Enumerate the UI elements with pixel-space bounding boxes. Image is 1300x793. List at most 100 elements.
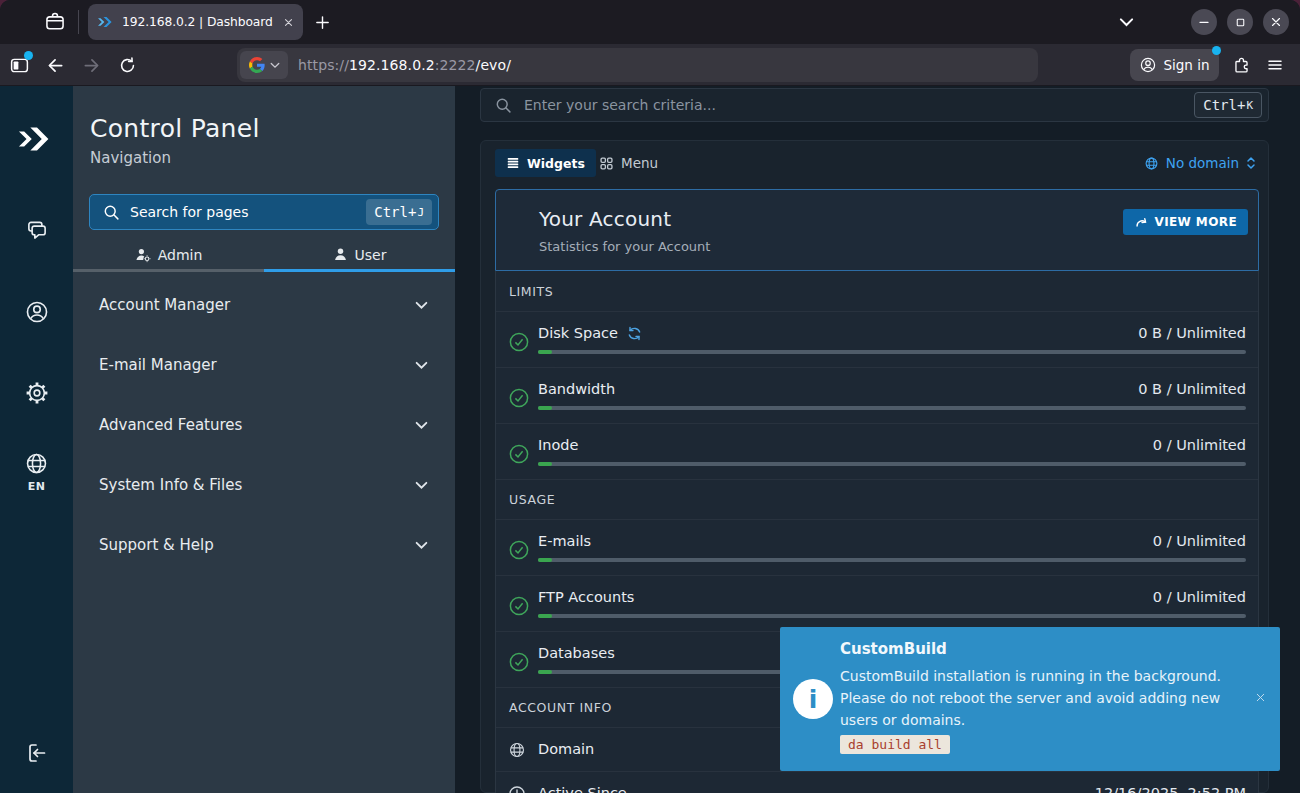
tab-bar-separator [78,10,79,34]
domain-selector-label: No domain [1166,155,1239,171]
back-button[interactable] [44,54,66,76]
window-close-button[interactable] [1263,9,1289,35]
new-tab-button[interactable] [311,11,333,33]
tab-close-icon[interactable] [282,16,295,29]
signin-label: Sign in [1163,57,1209,73]
user-icon [333,247,348,262]
sort-icon [1246,156,1256,170]
nav-item-advanced-features[interactable]: Advanced Features [73,395,455,455]
url-scheme: https:// [298,57,349,73]
url-host: 192.168.0.2 [349,57,435,73]
check-circle-icon [509,596,529,616]
toast-title: CustomBuild [840,640,947,658]
nav-item-support-help[interactable]: Support & Help [73,515,455,575]
tab-title: 192.168.0.2 | Dashboard [122,15,275,29]
global-search-shortcut: Ctrl+K [1194,92,1262,118]
forward-button[interactable] [80,54,102,76]
tab-user-label: User [355,247,387,263]
clock-icon [508,785,526,793]
chevron-down-icon [415,301,428,310]
messages-icon[interactable] [0,218,73,244]
nav-item-system-info-files[interactable]: System Info & Files [73,455,455,515]
sidebar-toggle-button[interactable] [8,54,30,76]
language-label[interactable]: EN [0,480,73,493]
reload-button[interactable] [116,54,138,76]
extensions-icon[interactable] [1230,54,1252,76]
settings-icon[interactable] [0,380,73,406]
pages-search-input[interactable]: Search for pages Ctrl+J [89,194,439,230]
progress-track [538,406,1246,410]
browser-tab[interactable]: 192.168.0.2 | Dashboard [88,4,303,40]
engine-chevron-icon [270,62,280,69]
window-maximize-button[interactable] [1227,9,1253,35]
firefox-view-button[interactable] [44,11,66,33]
nav-item-account-manager[interactable]: Account Manager [73,275,455,335]
toast-close-icon[interactable] [1254,691,1267,704]
refresh-icon[interactable] [627,326,642,341]
stat-row-ftp-accounts: FTP Accounts 0 / Unlimited [496,576,1258,632]
signin-button[interactable]: Sign in [1130,49,1219,81]
stat-row-bandwidth: Bandwidth 0 B / Unlimited [496,368,1258,424]
admin-icon [135,247,151,263]
toast-message: CustomBuild installation is running in t… [840,665,1240,731]
sidebar-notification-dot [24,51,33,60]
grid-icon [599,156,614,171]
pages-search-placeholder: Search for pages [130,204,356,220]
info-icon: i [793,679,833,719]
account-icon[interactable] [0,299,73,325]
menu-button[interactable] [1264,54,1286,76]
domain-selector[interactable]: No domain [1144,149,1256,177]
app-icon-strip: EN [0,86,73,793]
info-row-active-since: Active Since 12/16/2025, 2:52 PM [496,772,1258,793]
view-more-button[interactable]: VIEW MORE [1123,209,1248,235]
progress-track [538,462,1246,466]
stat-row-emails: E-mails 0 / Unlimited [496,520,1258,576]
toast-command: da build all [840,735,950,754]
search-engine-chip[interactable] [240,51,288,79]
panel-title: Control Panel [90,114,260,143]
navigation-panel: Control Panel Navigation Search for page… [73,86,455,793]
section-limits: LIMITS [496,271,1258,312]
tab-widgets-label: Widgets [527,156,585,171]
tab-admin-label: Admin [158,247,203,263]
view-more-arrow-icon [1134,215,1148,229]
chevron-down-icon [415,421,428,430]
progress-fill [538,670,552,674]
view-more-label: VIEW MORE [1154,215,1237,229]
progress-track [538,614,1246,618]
tab-menu[interactable]: Menu [599,149,658,177]
progress-track [538,350,1246,354]
globe-icon [508,741,526,759]
nav-tabs: Admin User [73,242,455,272]
progress-fill [538,406,552,410]
url-bar[interactable]: https://192.168.0.2:2222/evo/ [237,48,1038,82]
progress-fill [538,614,552,618]
language-globe-icon[interactable] [0,451,73,476]
progress-fill [538,462,552,466]
chevron-down-icon [415,541,428,550]
global-search-input[interactable]: Enter your search criteria... Ctrl+K [480,88,1269,122]
logout-icon[interactable] [0,741,73,765]
nav-item-email-manager[interactable]: E-mail Manager [73,335,455,395]
directadmin-logo[interactable] [0,126,73,152]
chevron-down-icon [415,481,428,490]
search-icon [103,204,120,221]
tab-widgets[interactable]: Widgets [495,149,596,177]
widget-subtitle: Statistics for your Account [539,239,710,254]
browser-window: 192.168.0.2 | Dashboard [0,0,1300,793]
list-all-tabs-button[interactable] [1115,11,1137,33]
account-widget-header: Your Account Statistics for your Account… [495,189,1259,271]
tab-user[interactable]: User [264,242,455,272]
window-minimize-button[interactable] [1191,9,1217,35]
progress-track [538,558,1246,562]
global-search-placeholder: Enter your search criteria... [524,97,1182,113]
check-circle-icon [509,388,529,408]
stat-row-disk-space: Disk Space 0 B / Unlimited [496,312,1258,368]
check-circle-icon [509,444,529,464]
progress-fill [538,350,552,354]
section-usage: USAGE [496,480,1258,520]
account-icon [1139,56,1157,74]
tab-admin[interactable]: Admin [73,242,264,272]
tab-menu-label: Menu [621,155,658,171]
check-circle-icon [509,332,529,352]
